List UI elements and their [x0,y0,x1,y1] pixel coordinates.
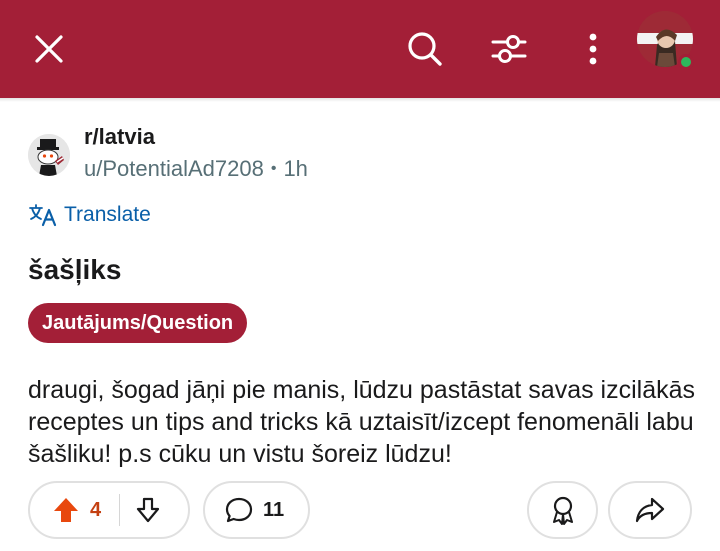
share-icon [635,497,665,523]
header-shadow [0,98,720,102]
comment-count: 11 [263,498,285,521]
app-header [0,0,720,98]
search-icon [408,32,442,66]
award-button[interactable] [527,481,598,539]
upvote-icon[interactable] [52,496,80,524]
translate-button[interactable]: Translate [28,203,151,227]
vote-count: 4 [90,498,102,521]
community-avatar[interactable] [28,134,70,176]
post-title: šašļiks [28,254,122,285]
search-button[interactable] [395,19,455,79]
online-status-indicator [678,54,694,70]
filter-button[interactable] [479,19,539,79]
user-avatar-button[interactable] [637,11,694,70]
more-vertical-icon [589,33,597,65]
post-age: 1h [283,156,308,181]
author-name[interactable]: u/PotentialAd7208 [84,156,264,182]
post-body: draugi, šogad jāņi pie manis, lūdzu past… [28,376,696,468]
subreddit-name[interactable]: r/latvia [84,124,155,150]
post-meta: u/PotentialAd7208 • 1h [84,156,308,182]
post-flair[interactable]: Jautājums/Question [28,303,248,343]
vote-separator [119,494,121,526]
close-button[interactable] [19,19,79,79]
share-button[interactable] [608,481,692,539]
downvote-icon[interactable] [134,496,162,524]
translate-label: Translate [64,203,151,226]
award-icon [552,496,573,525]
snoo-mascot-icon [28,134,70,176]
comments-button[interactable]: 11 [203,481,310,539]
translate-icon [29,204,57,227]
close-icon [35,35,63,63]
filter-icon [491,35,527,63]
comment-icon [225,497,253,523]
meta-separator: • [270,160,277,177]
more-options-button[interactable] [563,19,623,79]
vote-bar: 4 [28,481,190,539]
